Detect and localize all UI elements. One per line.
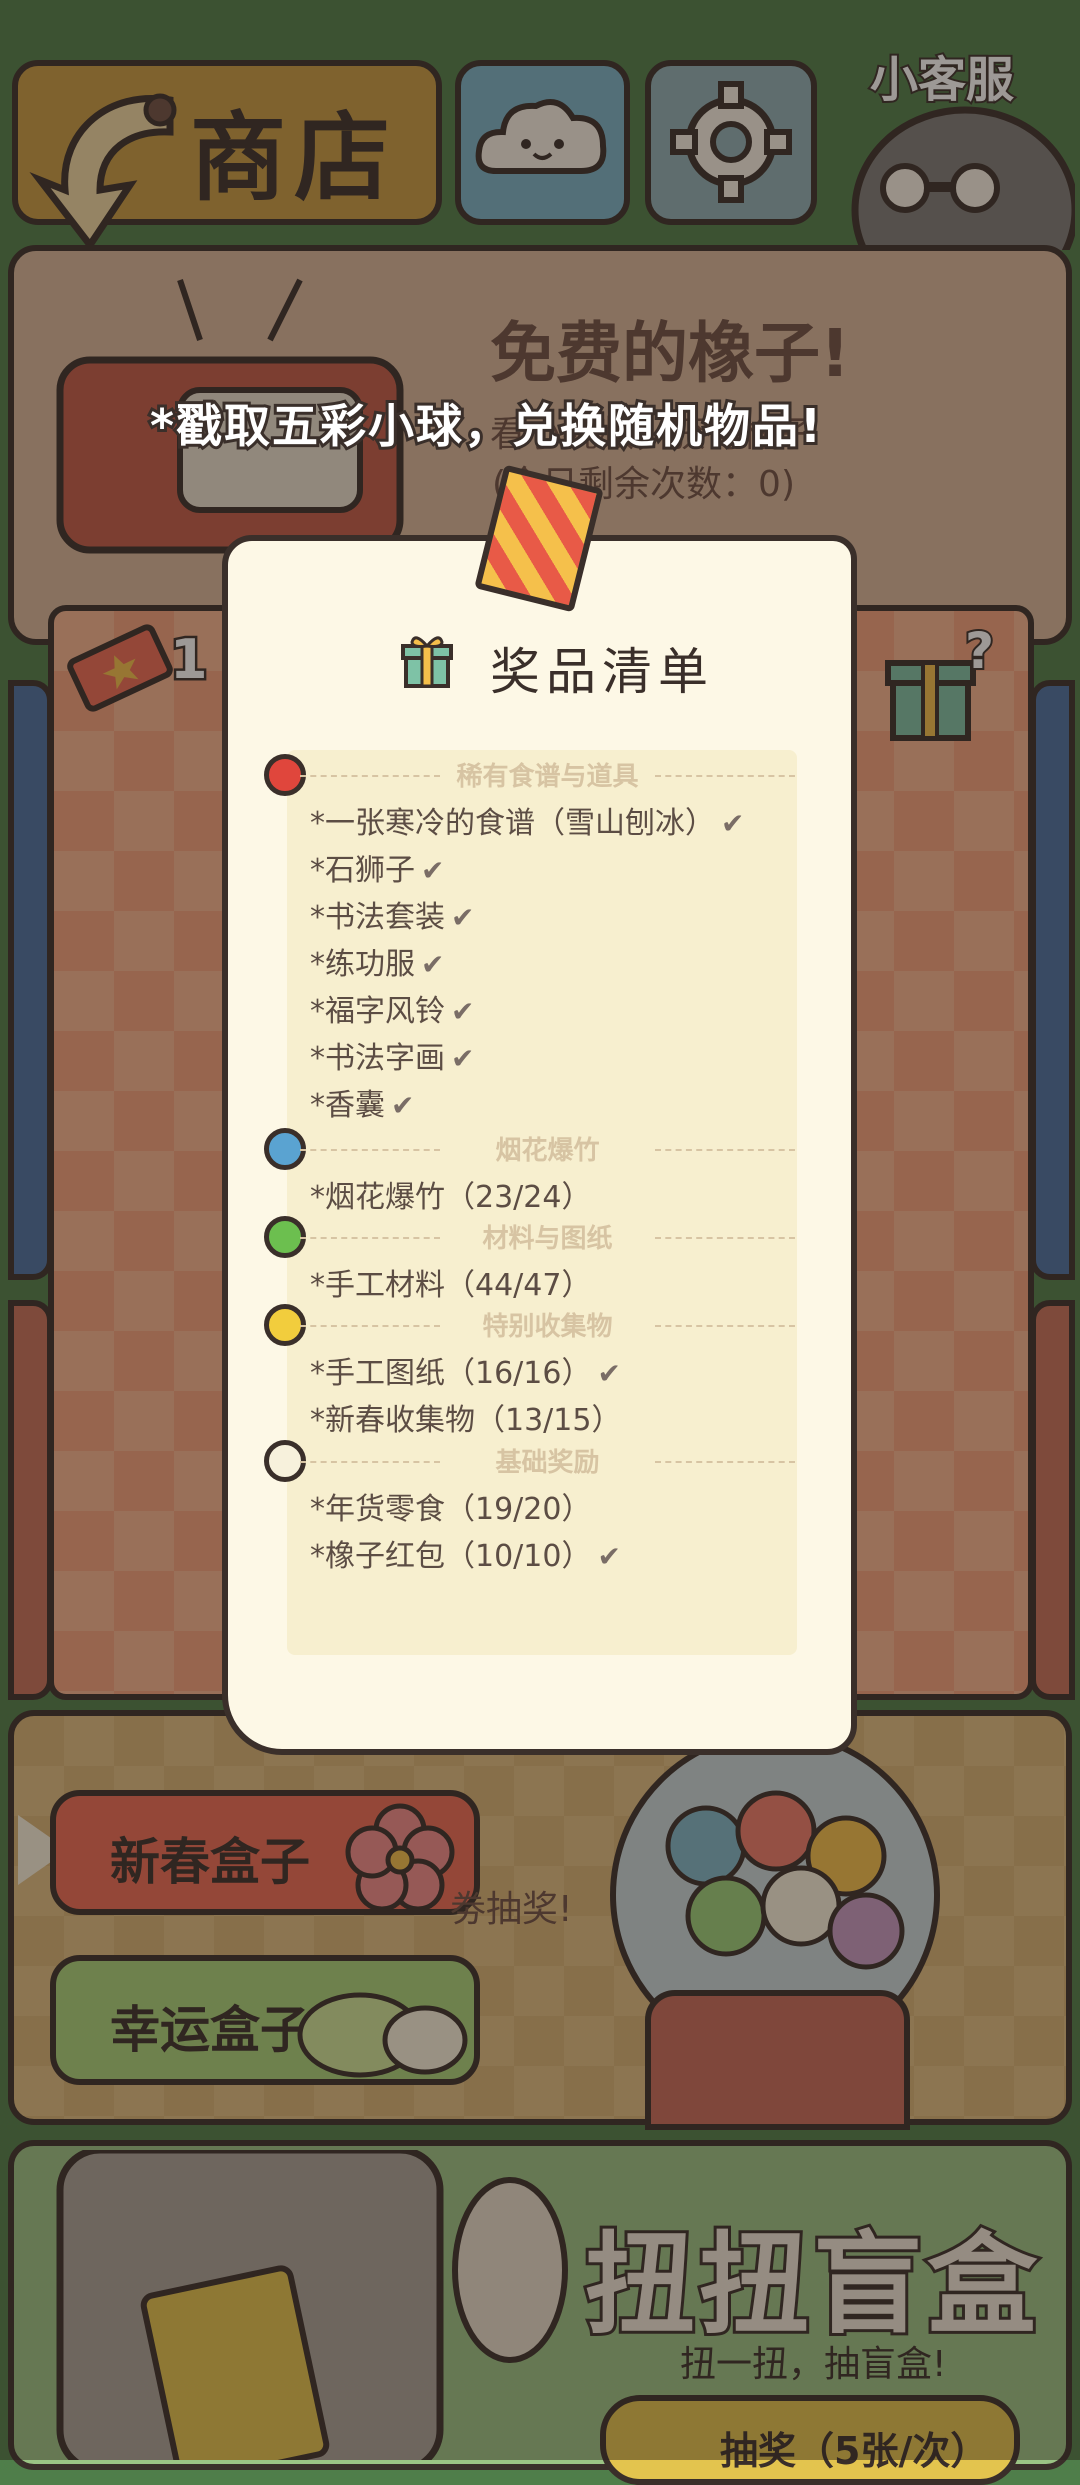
prize-item: *年货零食（19/20） [310,1484,591,1528]
prize-item: *石狮子 ✔ [310,845,444,889]
prize-item-label: *练功服 [310,947,415,982]
check-icon: ✔ [597,1357,621,1390]
modal-title: 奖品清单 [490,643,714,701]
check-icon: ✔ [421,948,445,981]
prize-item: *书法套装 ✔ [310,892,474,936]
check-icon: ✔ [451,1042,475,1075]
prize-item-label: *手工材料（44/47） [310,1268,592,1303]
prize-item: *书法字画 ✔ [310,1033,474,1077]
gift-icon [401,636,453,688]
section-heading: 特别收集物 [300,1306,795,1343]
check-icon: ✔ [451,901,475,934]
prize-item: *练功服 ✔ [310,939,444,983]
prize-item-label: *手工图纸（16/16） [310,1356,592,1391]
check-icon: ✔ [421,854,445,887]
prize-item: *手工材料（44/47） [310,1260,591,1304]
section-heading: 稀有食谱与道具 [300,756,795,793]
check-icon: ✔ [721,807,745,840]
prize-item-label: *一张寒冷的食谱（雪山刨冰） [310,806,715,841]
section-heading: 烟花爆竹 [300,1130,795,1167]
section-heading: 材料与图纸 [300,1218,795,1255]
prize-item-label: *年货零食（19/20） [310,1492,592,1527]
check-icon: ✔ [451,995,475,1028]
prize-item-label: *新春收集物（13/15） [310,1403,622,1438]
prize-item: *福字风铃 ✔ [310,986,474,1030]
prize-item-label: *橡子红包（10/10） [310,1539,592,1574]
check-icon: ✔ [391,1089,415,1122]
check-icon: ✔ [597,1540,621,1573]
prize-item-label: *书法字画 [310,1041,445,1076]
prize-item-label: *书法套装 [310,900,445,935]
prize-item: *烟花爆竹（23/24） [310,1172,591,1216]
prize-item: *新春收集物（13/15） [310,1395,621,1439]
section-heading: 基础奖励 [300,1442,795,1479]
prize-item: *橡子红包（10/10） ✔ [310,1531,621,1575]
prize-item-label: *石狮子 [310,853,415,888]
prize-item-label: *烟花爆竹（23/24） [310,1180,592,1215]
prize-item-label: *福字风铃 [310,994,445,1029]
prize-item: *一张寒冷的食谱（雪山刨冰） ✔ [310,798,744,842]
prize-item: *手工图纸（16/16） ✔ [310,1348,621,1392]
prize-item: *香囊 ✔ [310,1080,414,1124]
prize-item-label: *香囊 [310,1088,385,1123]
banner-text: *戳取五彩小球，兑换随机物品! [147,396,824,456]
